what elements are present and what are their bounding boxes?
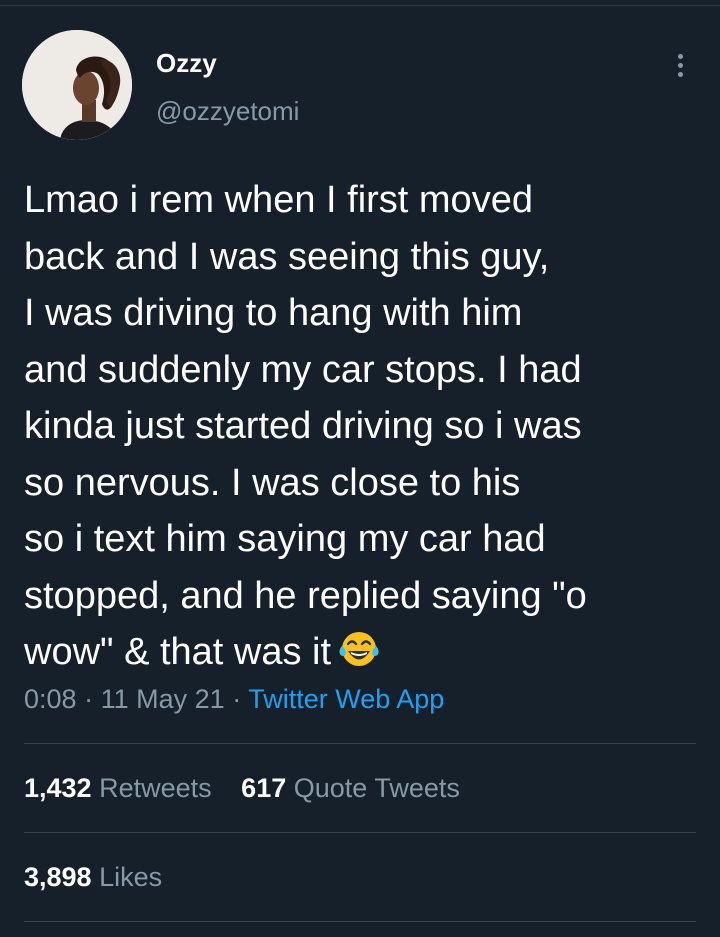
tweet-text-line: so nervous. I was close to his bbox=[24, 461, 521, 504]
tweet-text-line: stopped, and he replied saying "o bbox=[24, 574, 587, 617]
more-options-button[interactable] bbox=[666, 48, 694, 82]
tweet-text-last-line: wow" & that was it bbox=[24, 624, 700, 687]
likes-label: Likes bbox=[99, 862, 163, 892]
likes-stats-row: 3,898 Likes bbox=[24, 861, 184, 893]
author-handle[interactable]: @ozzyetomi bbox=[156, 96, 299, 126]
likes-count: 3,898 bbox=[24, 862, 92, 892]
tweet-text-line: so i text him saying my car had bbox=[24, 518, 546, 560]
tweet-text-line: I was driving to hang with him bbox=[24, 292, 523, 334]
more-dot-icon bbox=[677, 53, 683, 59]
engagement-stats-row: 1,432 Retweets 617 Quote Tweets bbox=[24, 772, 482, 804]
retweets-stat[interactable]: 1,432 Retweets bbox=[24, 772, 212, 804]
author-display-name[interactable]: Ozzy bbox=[156, 48, 217, 78]
likes-stat[interactable]: 3,898 Likes bbox=[24, 861, 162, 893]
tweet-text: Lmao i rem when I first moved back and I… bbox=[24, 172, 700, 687]
tweet-source-link[interactable]: Twitter Web App bbox=[248, 684, 444, 714]
quote-tweets-count: 617 bbox=[241, 773, 287, 803]
tweet-text-line: back and I was seeing this guy, bbox=[24, 235, 550, 278]
tweet-time[interactable]: 0:08 bbox=[24, 684, 77, 714]
tweet-text-line: and suddenly my car stops. I had bbox=[24, 348, 582, 391]
meta-separator: · bbox=[84, 684, 94, 714]
tweet-meta: 0:08 · 11 May 21 · Twitter Web App bbox=[24, 683, 444, 715]
divider bbox=[24, 921, 696, 922]
more-dot-icon bbox=[677, 62, 683, 68]
tweet-date[interactable]: 11 May 21 bbox=[101, 684, 225, 714]
quote-tweets-label: Quote Tweets bbox=[293, 773, 460, 803]
avatar-photo bbox=[22, 30, 132, 140]
tweet-text-line: Lmao i rem when I first moved bbox=[24, 179, 533, 221]
tweet-text-line: kinda just started driving so i was bbox=[24, 405, 582, 447]
tweet-text-line: wow" & that was it bbox=[24, 631, 332, 673]
retweets-count: 1,432 bbox=[24, 773, 92, 803]
divider bbox=[24, 832, 696, 833]
avatar[interactable] bbox=[22, 30, 132, 140]
more-dot-icon bbox=[677, 71, 683, 77]
quote-tweets-stat[interactable]: 617 Quote Tweets bbox=[241, 772, 460, 804]
meta-separator: · bbox=[232, 684, 242, 714]
face-with-tears-of-joy-icon bbox=[337, 628, 381, 687]
top-divider bbox=[0, 5, 720, 6]
divider bbox=[24, 743, 696, 744]
retweets-label: Retweets bbox=[99, 773, 212, 803]
